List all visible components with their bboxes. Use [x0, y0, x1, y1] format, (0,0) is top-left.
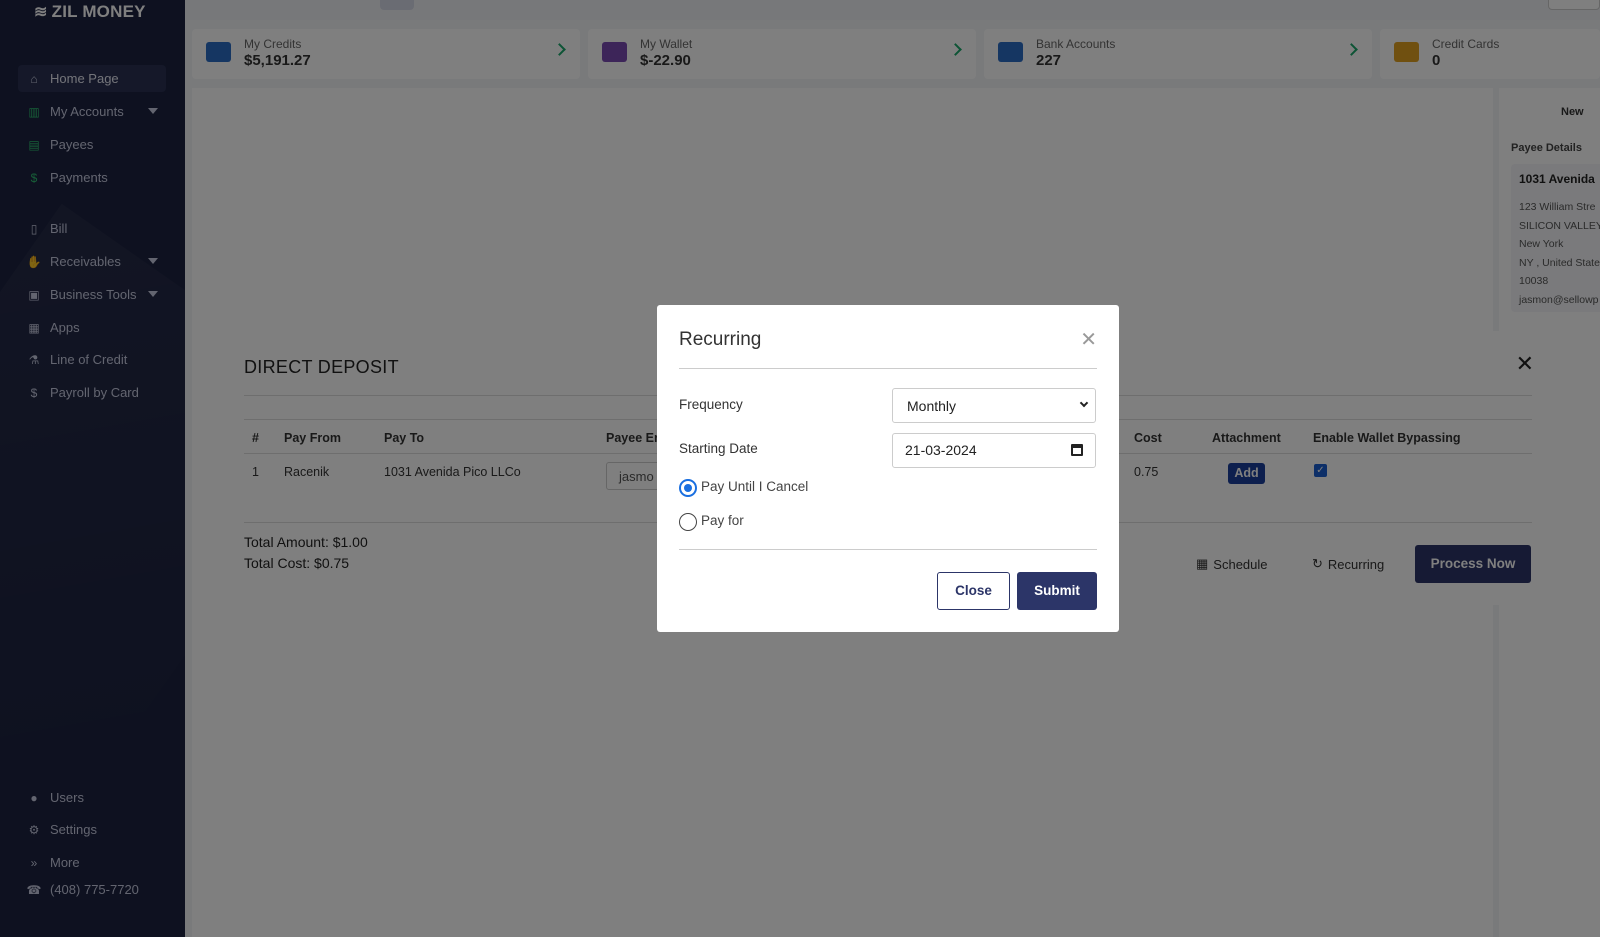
pay-until-cancel-radio[interactable] — [679, 479, 697, 497]
calendar-icon[interactable] — [1071, 444, 1083, 456]
starting-date-label: Starting Date — [679, 441, 758, 456]
recurring-modal: Recurring ✕ Frequency Monthly Starting D… — [657, 305, 1119, 632]
pay-for-radio[interactable] — [679, 513, 697, 531]
starting-date-input[interactable]: 21-03-2024 — [892, 433, 1096, 468]
divider — [679, 368, 1097, 369]
pay-until-cancel-label: Pay Until I Cancel — [701, 479, 809, 494]
starting-date-value: 21-03-2024 — [905, 442, 977, 458]
frequency-label: Frequency — [679, 397, 743, 412]
pay-for-label: Pay for — [701, 513, 744, 528]
close-icon[interactable]: ✕ — [1080, 327, 1097, 352]
close-button[interactable]: Close — [937, 572, 1010, 610]
chevron-down-icon — [1079, 398, 1089, 408]
divider — [679, 549, 1097, 550]
frequency-value: Monthly — [907, 398, 957, 414]
frequency-select[interactable]: Monthly — [892, 388, 1096, 423]
modal-title: Recurring — [679, 329, 762, 350]
submit-button[interactable]: Submit — [1017, 572, 1097, 610]
